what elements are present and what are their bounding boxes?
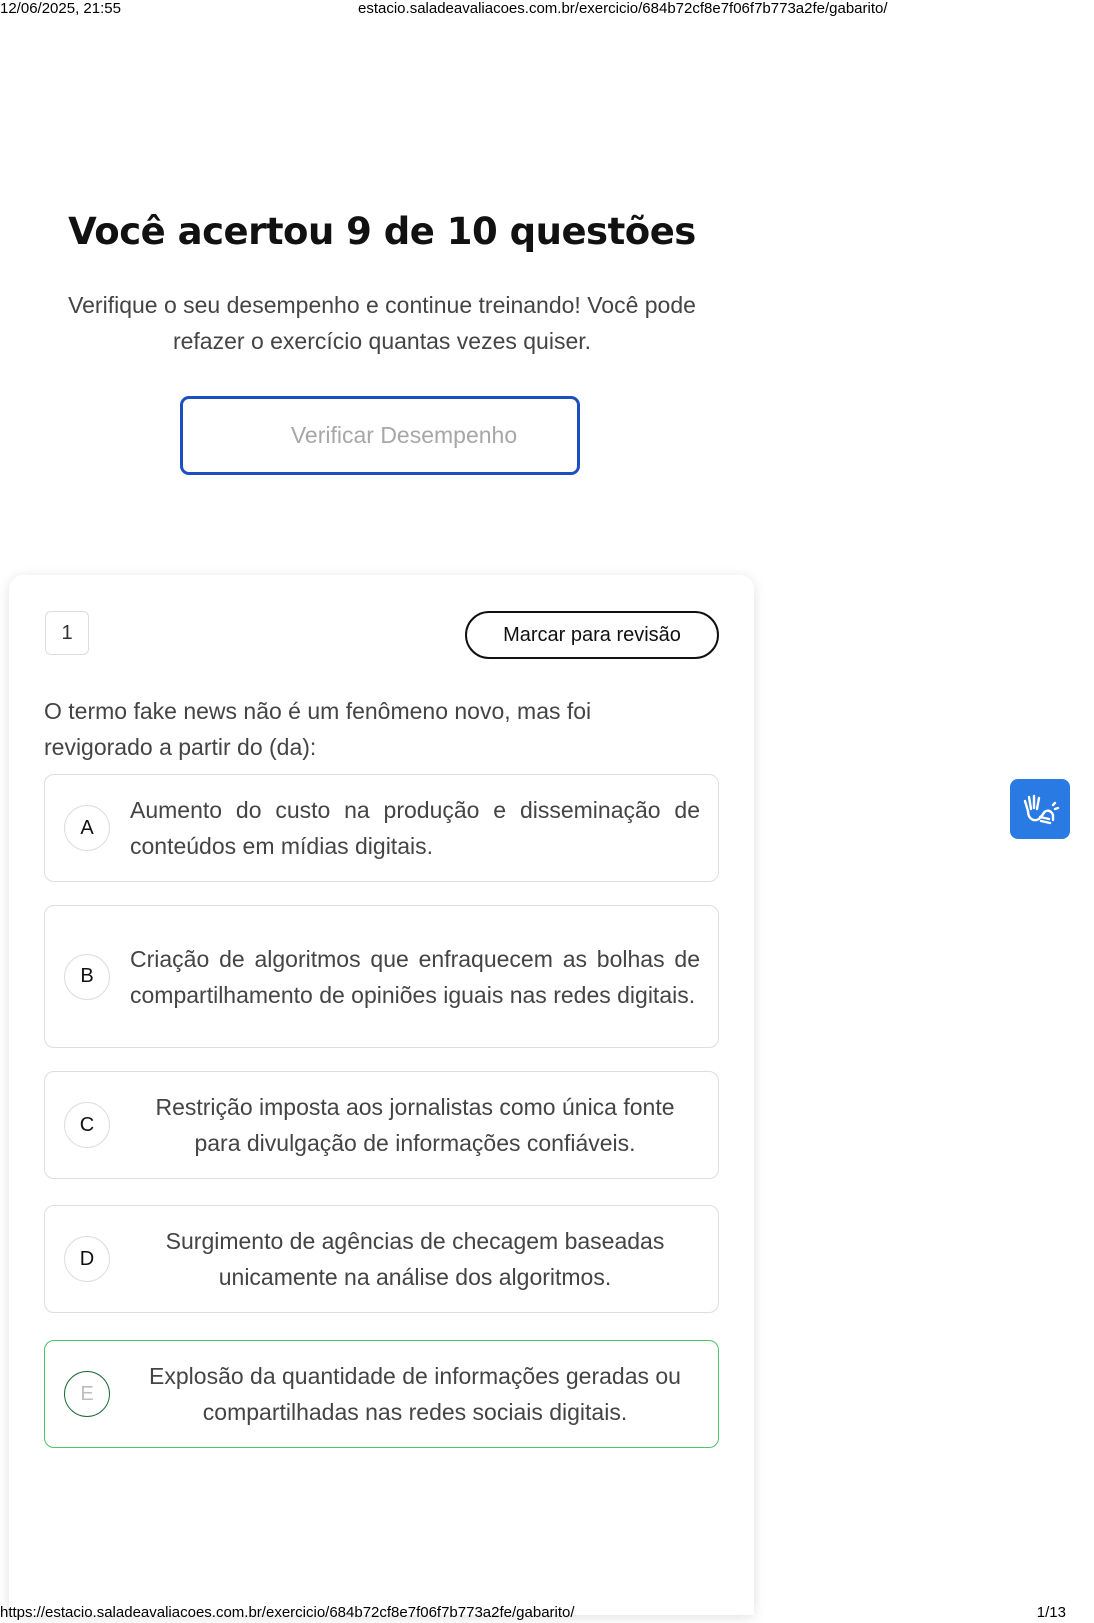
print-header: 12/06/2025, 21:55 estacio.saladeavaliaco…	[0, 0, 1094, 18]
print-header-url: estacio.saladeavaliacoes.com.br/exercici…	[358, 0, 888, 17]
question-statement: O termo fake news não é um fenômeno novo…	[44, 698, 592, 760]
result-summary: Você acertou 9 de 10 questões Verifique …	[0, 210, 764, 359]
option-letter: A	[64, 805, 110, 851]
print-footer-url: https://estacio.saladeavaliacoes.com.br/…	[0, 1604, 575, 1621]
option-b[interactable]: B Criação de algoritmos que enfraquecem …	[44, 905, 719, 1048]
option-c[interactable]: C Restrição imposta aos jornalistas como…	[44, 1071, 719, 1179]
option-letter: E	[64, 1371, 110, 1417]
option-letter: D	[64, 1236, 110, 1282]
sign-language-hands-icon	[1023, 794, 1060, 825]
option-text: Criação de algoritmos que enfraquecem as…	[130, 945, 700, 1008]
option-letter: C	[64, 1102, 110, 1148]
print-page-number: 1/13	[1036, 1604, 1066, 1621]
result-subtitle: Verifique o seu desempenho e continue tr…	[68, 292, 696, 354]
print-timestamp: 12/06/2025, 21:55	[0, 0, 121, 17]
question-number: 1	[45, 611, 89, 655]
option-e-correct[interactable]: E Explosão da quantidade de informações …	[44, 1340, 719, 1448]
mark-for-review-button[interactable]: Marcar para revisão	[465, 611, 719, 659]
accessibility-button[interactable]	[1010, 779, 1070, 839]
verify-performance-button[interactable]: Verificar Desempenho	[180, 396, 580, 475]
result-title: Você acertou 9 de 10 questões	[68, 210, 696, 253]
print-footer: https://estacio.saladeavaliacoes.com.br/…	[0, 1604, 1094, 1622]
option-text: Explosão da quantidade de informações ge…	[149, 1363, 681, 1425]
option-text: Aumento do custo na produção e dissemina…	[130, 797, 700, 859]
question-card: 1 Marcar para revisão O termo fake news …	[9, 575, 754, 1615]
option-d[interactable]: D Surgimento de agências de checagem bas…	[44, 1205, 719, 1313]
option-letter: B	[64, 953, 110, 1000]
option-text: Restrição imposta aos jornalistas como ú…	[155, 1094, 675, 1156]
option-a[interactable]: A Aumento do custo na produção e dissemi…	[44, 774, 719, 882]
option-text: Surgimento de agências de checagem basea…	[165, 1228, 665, 1290]
